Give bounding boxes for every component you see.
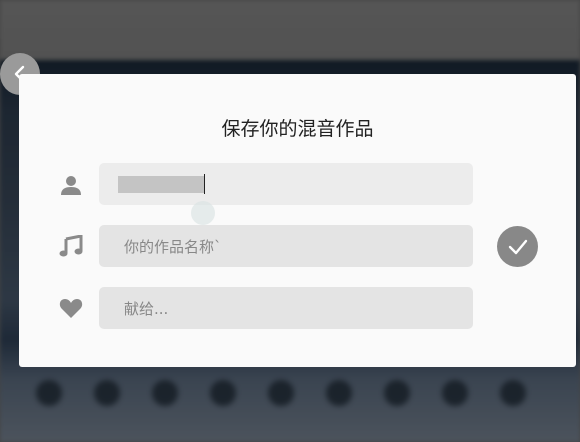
text-caret	[204, 174, 205, 194]
dialog-title: 保存你的混音作品	[221, 118, 374, 140]
user-icon	[59, 173, 83, 197]
work-name-placeholder: 你的作品名称`	[124, 237, 222, 256]
dedicate-input[interactable]: 献给...	[99, 287, 473, 329]
checkmark-icon	[508, 239, 527, 254]
save-mix-dialog: 保存你的混音作品 你的作品名称` 献给...	[19, 74, 576, 367]
dedicate-placeholder: 献给...	[124, 299, 169, 318]
redacted-author-name	[118, 175, 204, 193]
work-name-input[interactable]: 你的作品名称`	[99, 225, 473, 267]
heart-icon	[59, 296, 83, 320]
touch-ripple	[191, 201, 215, 225]
author-input[interactable]	[99, 163, 473, 205]
confirm-button[interactable]	[497, 226, 538, 267]
music-note-icon	[59, 234, 83, 258]
